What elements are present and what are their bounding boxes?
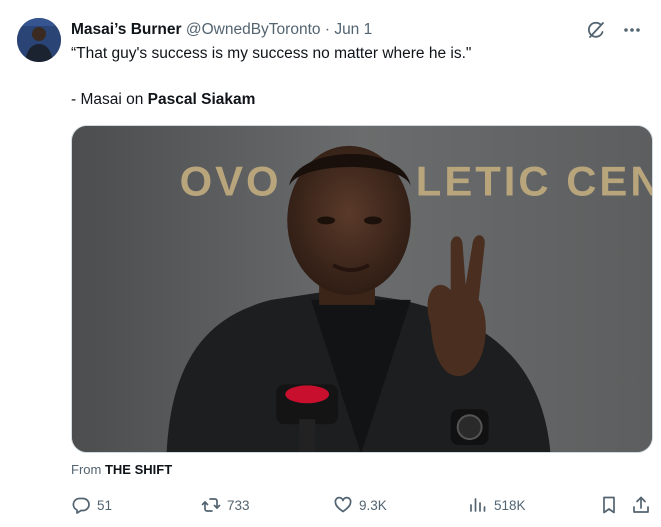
bookmark-button[interactable] <box>599 495 619 515</box>
handle[interactable]: @OwnedByToronto <box>186 21 321 38</box>
grok-icon[interactable] <box>585 19 607 41</box>
tweet-date[interactable]: Jun 1 <box>334 21 372 38</box>
tweet-text-line-1: “That guy's success is my success no mat… <box>71 45 472 62</box>
display-name[interactable]: Masai’s Burner <box>71 21 182 38</box>
quote-attribution: - Masai on <box>71 91 148 108</box>
like-button[interactable]: 9.3K <box>333 495 387 515</box>
bookmark-icon <box>603 496 615 514</box>
tweet-text: “That guy's success is my success no mat… <box>71 44 631 110</box>
tweet[interactable]: Masai’s Burner @OwnedByToronto · Jun 1 “… <box>0 0 661 527</box>
views-button[interactable]: 518K <box>468 495 526 515</box>
tweet-actions: 51 733 9.3K 518K <box>71 495 653 519</box>
heart-icon <box>334 496 352 513</box>
tweet-top-actions <box>585 19 643 41</box>
retweet-count: 733 <box>227 497 250 513</box>
tweet-video[interactable]: OVO LETIC CENTR <box>71 125 653 453</box>
separator: · <box>324 21 330 38</box>
more-icon[interactable] <box>621 19 643 41</box>
backdrop-text-left: OVO <box>180 158 282 205</box>
media-source: From THE SHIFT <box>71 462 172 477</box>
share-icon <box>633 496 649 513</box>
quote-subject: Pascal Siakam <box>147 91 256 108</box>
reply-count: 51 <box>97 497 113 513</box>
from-source-link[interactable]: THE SHIFT <box>105 462 172 477</box>
retweet-icon <box>201 498 221 512</box>
like-count: 9.3K <box>359 497 387 513</box>
from-label: From <box>71 462 102 477</box>
backdrop-text-right: LETIC CENTR <box>416 158 652 205</box>
reply-button[interactable]: 51 <box>71 495 112 515</box>
avatar[interactable] <box>17 18 61 62</box>
retweet-button[interactable]: 733 <box>201 495 250 515</box>
tweet-text-line-2: - Masai on Pascal Siakam <box>71 90 631 110</box>
views-icon <box>470 498 486 512</box>
video-frame: OVO LETIC CENTR <box>72 126 652 452</box>
share-button[interactable] <box>631 495 651 515</box>
view-count: 518K <box>494 497 526 513</box>
tweet-header: Masai’s Burner @OwnedByToronto · Jun 1 <box>71 20 581 40</box>
reply-icon <box>72 497 90 514</box>
